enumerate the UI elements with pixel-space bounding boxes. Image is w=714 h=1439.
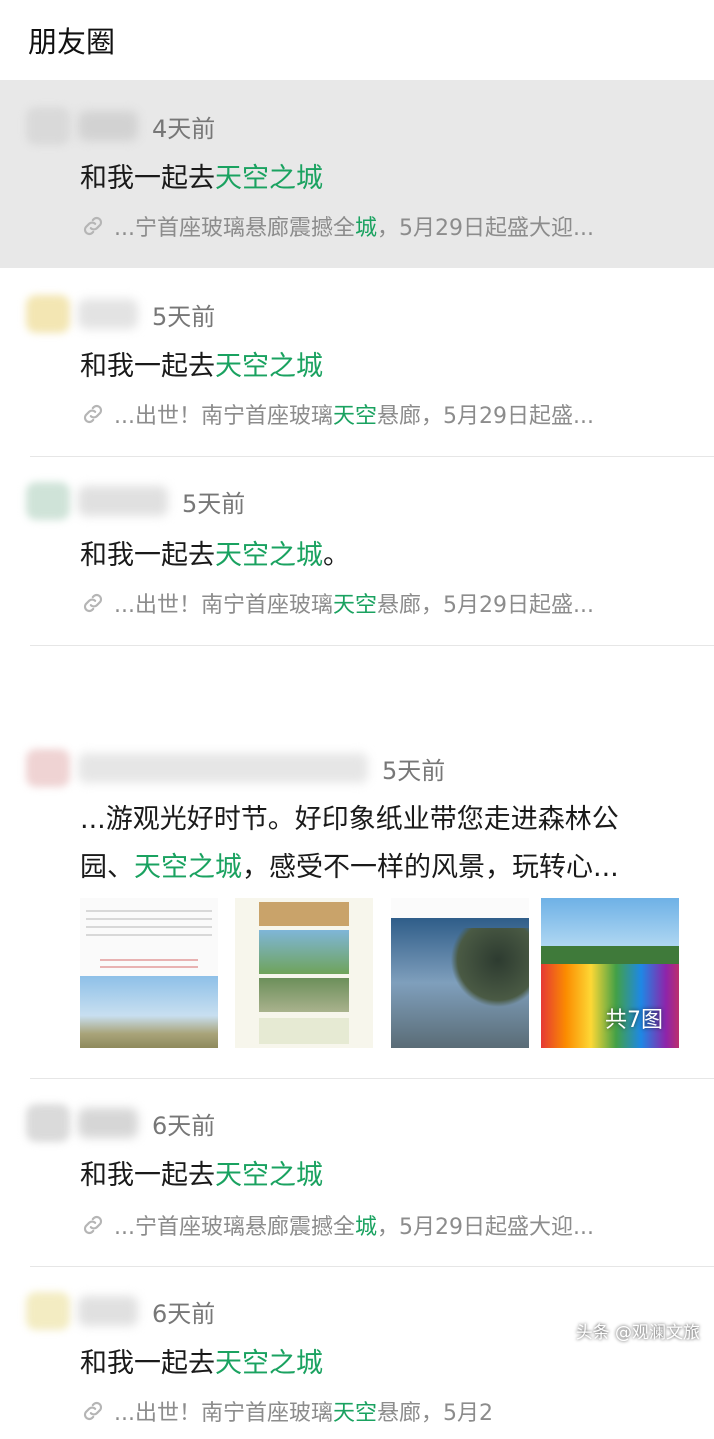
link-icon [83, 216, 103, 236]
post-text-line: ...游观光好时节。好印象纸业带您走进森林公 [80, 804, 619, 835]
feed-item[interactable]: 6天前 和我一起去天空之城 ...宁首座玻璃悬廊震撼全城，5月29日起盛大迎..… [0, 1079, 714, 1267]
shared-link[interactable]: ...宁首座玻璃悬廊震撼全城，5月29日起盛大迎... [80, 210, 594, 242]
user-row: 4天前 [26, 104, 215, 148]
link-icon [83, 404, 103, 424]
post-title: 和我一起去天空之城 [80, 1160, 323, 1191]
user-row: 6天前 [26, 1289, 215, 1333]
feed-item[interactable]: 5天前 和我一起去天空之城 ...出世！南宁首座玻璃 天空 悬廊，5月29日起盛..… [0, 268, 714, 457]
post-time: 5天前 [182, 489, 246, 518]
post-title: 和我一起去天空之城 [80, 1348, 323, 1379]
username[interactable] [78, 1108, 138, 1138]
moments-header: 朋友圈 [0, 0, 714, 80]
username[interactable] [78, 1296, 138, 1326]
link-icon [83, 1401, 103, 1421]
post-time: 5天前 [152, 302, 216, 331]
avatar[interactable] [26, 295, 70, 333]
post-text-line: 园、天空之城，感受不一样的风景，玩转心... [80, 852, 619, 883]
username[interactable] [78, 753, 368, 783]
page-title: 朋友圈 [28, 25, 116, 59]
user-row: 5天前 [26, 292, 215, 336]
post-time: 6天前 [152, 1111, 216, 1140]
link-icon [83, 593, 103, 613]
image-count: 共7图 [605, 1008, 663, 1033]
post-time: 6天前 [152, 1299, 216, 1328]
shared-link[interactable]: ...宁首座玻璃悬廊震撼全城，5月29日起盛大迎... [80, 1209, 594, 1241]
feed-item[interactable]: 6天前 和我一起去天空之城 ...出世！南宁首座玻璃 天空 悬廊，5月2 [0, 1267, 714, 1439]
post-text: ...游观光好时节。好印象纸业带您走进森林公 园、天空之城，感受不一样的风景，玩… [80, 796, 690, 892]
image-grid: 共7图 [80, 898, 692, 1048]
link-icon [83, 1215, 103, 1235]
username[interactable] [78, 111, 138, 141]
thumbnail[interactable] [235, 898, 373, 1048]
username[interactable] [78, 486, 168, 516]
avatar[interactable] [26, 1104, 70, 1142]
shared-link[interactable]: ...出世！南宁首座玻璃 天空 悬廊，5月29日起盛... [80, 587, 594, 619]
post-title: 和我一起去天空之城 [80, 351, 323, 382]
post-time: 5天前 [382, 756, 446, 785]
username[interactable] [78, 299, 138, 329]
post-title: 和我一起去天空之城。 [80, 540, 350, 571]
avatar[interactable] [26, 1292, 70, 1330]
shared-link[interactable]: ...出世！南宁首座玻璃 天空 悬廊，5月2 [80, 1395, 493, 1427]
user-row: 5天前 [26, 746, 445, 790]
feed-item[interactable]: 5天前 和我一起去天空之城。 ...出世！南宁首座玻璃 天空 悬廊，5月29日起盛.… [0, 457, 714, 646]
watermark: 头条 @观澜文旅 [575, 1323, 700, 1343]
user-row: 5天前 [26, 479, 245, 523]
feed-item[interactable]: 4天前 和我一起去天空之城 ...宁首座玻璃悬廊震撼全城，5月29日起盛大迎..… [0, 80, 714, 268]
avatar[interactable] [26, 107, 70, 145]
shared-link[interactable]: ...出世！南宁首座玻璃 天空 悬廊，5月29日起盛... [80, 398, 594, 430]
post-time: 4天前 [152, 114, 216, 143]
avatar[interactable] [26, 749, 70, 787]
thumbnail[interactable]: 共7图 [541, 898, 679, 1048]
post-title: 和我一起去天空之城 [80, 163, 323, 194]
user-row: 6天前 [26, 1101, 215, 1145]
thumbnail[interactable] [80, 898, 218, 1048]
thumbnail[interactable] [391, 898, 529, 1048]
avatar[interactable] [26, 482, 70, 520]
